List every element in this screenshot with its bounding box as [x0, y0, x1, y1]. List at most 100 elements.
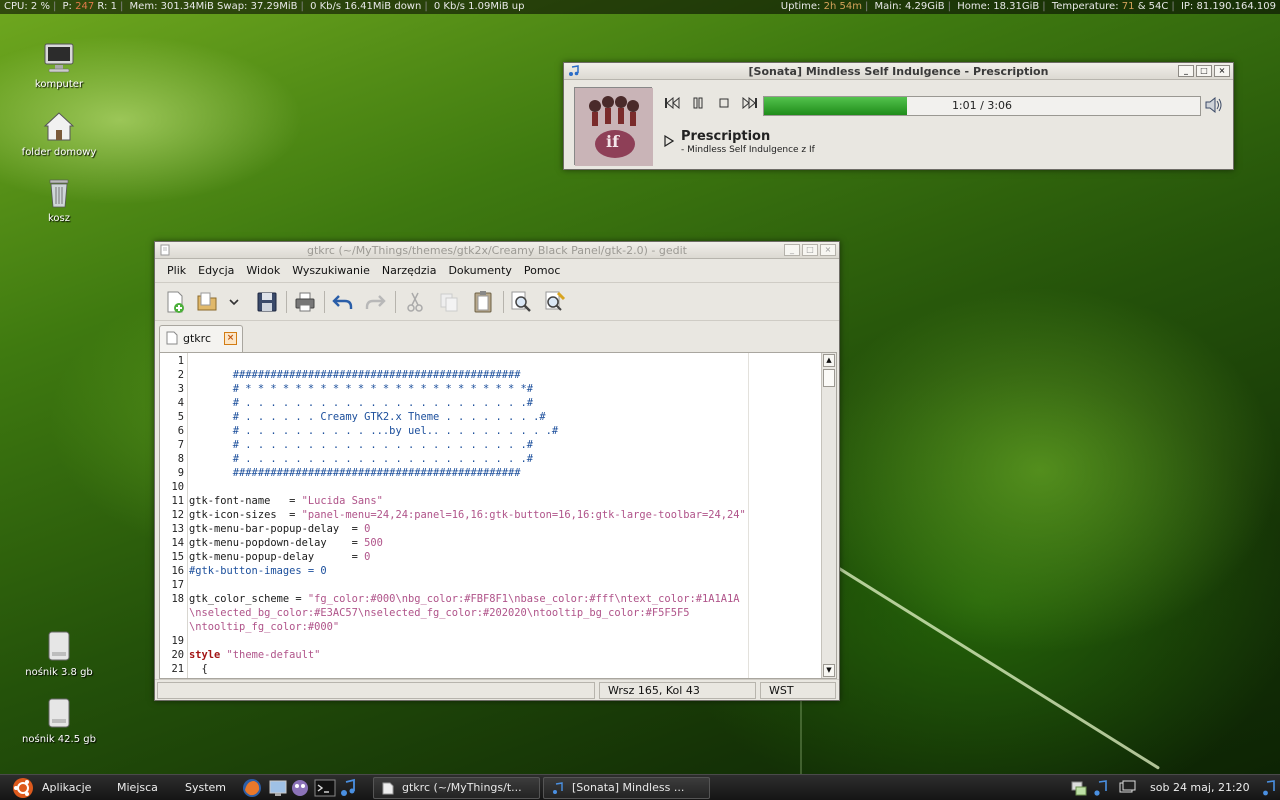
menu-plik[interactable]: Plik: [161, 264, 192, 277]
desktop-icon-drive-2[interactable]: nośnik 42.5 gb: [14, 697, 104, 745]
expand-arrow-icon[interactable]: [664, 134, 675, 148]
bottom-panel: Aplikacje Miejsca System gtkrc (~/MyThin…: [0, 774, 1280, 800]
cut-icon[interactable]: [403, 290, 427, 314]
code-line[interactable]: 21 {: [160, 662, 824, 676]
text-editor[interactable]: 12 #####################################…: [159, 352, 837, 679]
code-token: gtk-menu-popup-delay =: [189, 551, 365, 563]
line-number: 8: [177, 453, 184, 465]
desktop-icon-home-folder[interactable]: folder domowy: [14, 110, 104, 158]
code-line[interactable]: 16 #gtk-button-images = 0: [160, 564, 824, 578]
find-icon[interactable]: [509, 290, 533, 314]
maximize-button[interactable]: □: [802, 244, 818, 256]
menu-edycja[interactable]: Edycja: [192, 264, 240, 277]
sonata-tray-icon[interactable]: [1093, 775, 1109, 800]
code-line[interactable]: 20 style "theme-default": [160, 648, 824, 662]
maximize-button[interactable]: □: [1196, 65, 1212, 77]
track-progress-bar[interactable]: 1:01 / 3:06: [763, 96, 1201, 116]
line-text: [184, 634, 189, 648]
desktop-icon-trash[interactable]: kosz: [14, 176, 104, 224]
menu-dokumenty[interactable]: Dokumenty: [442, 264, 517, 277]
redo-icon[interactable]: [363, 290, 387, 314]
line-text: # . . . . . . Creamy GTK2.x Theme . . . …: [184, 410, 546, 424]
code-line[interactable]: 8 # . . . . . . . . . . . . . . . . . . …: [160, 452, 824, 466]
code-line[interactable]: 11 gtk-font-name = "Lucida Sans": [160, 494, 824, 508]
run-label: R:: [97, 1, 108, 12]
copy-icon[interactable]: [437, 290, 461, 314]
taskbar-button-sonata[interactable]: [Sonata] Mindless ...: [543, 777, 710, 799]
menu-wyszukiwanie[interactable]: Wyszukiwanie: [286, 264, 376, 277]
code-line[interactable]: 2 ######################################…: [160, 368, 824, 382]
code-view[interactable]: 12 #####################################…: [160, 354, 824, 676]
next-track-button[interactable]: [740, 96, 760, 113]
ubuntu-logo-icon[interactable]: [12, 775, 34, 800]
tab-label: gtkrc: [183, 332, 211, 345]
scrollbar-thumb[interactable]: [823, 369, 835, 387]
scroll-up-icon[interactable]: ▲: [823, 354, 835, 367]
code-line[interactable]: 19: [160, 634, 824, 648]
desktop-icon-drive-1[interactable]: nośnik 3.8 gb: [14, 630, 104, 678]
close-button[interactable]: ×: [1214, 65, 1230, 77]
pause-button[interactable]: [688, 97, 708, 113]
network-icon[interactable]: [1070, 775, 1088, 800]
menu-places[interactable]: Miejsca: [117, 775, 158, 800]
menu-narzedzia[interactable]: Narzędzia: [376, 264, 443, 277]
code-line[interactable]: 17: [160, 578, 824, 592]
print-icon[interactable]: [293, 290, 317, 314]
firefox-icon[interactable]: [242, 775, 262, 800]
code-line[interactable]: 5 # . . . . . . Creamy GTK2.x Theme . . …: [160, 410, 824, 424]
tab-close-icon[interactable]: ×: [224, 332, 237, 345]
album-art[interactable]: if: [574, 87, 653, 166]
menu-widok[interactable]: Widok: [240, 264, 286, 277]
paste-icon[interactable]: [471, 290, 495, 314]
stop-button[interactable]: [714, 97, 734, 113]
taskbar-button-gedit[interactable]: gtkrc (~/MyThings/t...: [373, 777, 540, 799]
panel-clock[interactable]: sob 24 maj, 21:20: [1150, 775, 1250, 800]
code-line[interactable]: 13 gtk-menu-bar-popup-delay = 0: [160, 522, 824, 536]
code-line[interactable]: \nselected_bg_color:#E3AC57\nselected_fg…: [160, 606, 824, 620]
menu-system[interactable]: System: [185, 775, 226, 800]
code-line[interactable]: 4 # . . . . . . . . . . . . . . . . . . …: [160, 396, 824, 410]
previous-track-button[interactable]: [662, 96, 682, 113]
code-line[interactable]: 10: [160, 480, 824, 494]
monitor-icon[interactable]: [268, 775, 288, 800]
tab-gtkrc[interactable]: gtkrc ×: [159, 325, 243, 352]
terminal-icon[interactable]: [314, 775, 336, 800]
volume-icon[interactable]: [1205, 96, 1223, 114]
code-line[interactable]: 1: [160, 354, 824, 368]
gedit-menubar: Plik Edycja Widok Wyszukiwanie Narzędzia…: [155, 259, 839, 283]
pidgin-icon[interactable]: [290, 775, 310, 800]
save-icon[interactable]: [255, 290, 279, 314]
menu-pomoc[interactable]: Pomoc: [518, 264, 566, 277]
open-file-icon[interactable]: [195, 290, 219, 314]
code-line[interactable]: 18 gtk_color_scheme = "fg_color:#000\nbg_…: [160, 592, 824, 606]
mem-text: Mem: 301.34MiB Swap: 37.29MiB: [129, 1, 298, 12]
new-document-icon[interactable]: [163, 290, 187, 314]
scroll-down-icon[interactable]: ▼: [823, 664, 835, 677]
code-line[interactable]: 6 # . . . . . . . . . . ...by uel.. . . …: [160, 424, 824, 438]
gedit-titlebar[interactable]: gtkrc (~/MyThings/themes/gtk2x/Creamy Bl…: [155, 242, 839, 259]
close-button[interactable]: ×: [820, 244, 836, 256]
window-selector-icon[interactable]: [1118, 775, 1136, 800]
music-note-icon[interactable]: [340, 775, 356, 800]
undo-icon[interactable]: [331, 290, 355, 314]
sonata-tray-icon[interactable]: [1262, 775, 1276, 800]
code-line[interactable]: 15 gtk-menu-popup-delay = 0: [160, 550, 824, 564]
find-replace-icon[interactable]: [543, 290, 567, 314]
code-token: # . . . . . . Creamy GTK2.x Theme . . . …: [189, 411, 546, 423]
desktop-icon-label: folder domowy: [21, 147, 97, 158]
vertical-scrollbar[interactable]: ▲ ▼: [821, 353, 836, 678]
code-line[interactable]: 12 gtk-icon-sizes = "panel-menu=24,24:pan…: [160, 508, 824, 522]
gedit-window-buttons: _ □ ×: [784, 244, 836, 256]
code-line[interactable]: 7 # . . . . . . . . . . . . . . . . . . …: [160, 438, 824, 452]
minimize-button[interactable]: _: [1178, 65, 1194, 77]
minimize-button[interactable]: _: [784, 244, 800, 256]
chevron-down-icon[interactable]: [227, 290, 241, 314]
menu-applications[interactable]: Aplikacje: [42, 775, 91, 800]
sonata-titlebar[interactable]: [Sonata] Mindless Self Indulgence - Pres…: [564, 63, 1233, 80]
insert-mode[interactable]: WST: [760, 682, 836, 699]
desktop-icon-computer[interactable]: komputer: [14, 42, 104, 90]
code-line[interactable]: \ntooltip_fg_color:#000": [160, 620, 824, 634]
code-line[interactable]: 9 ######################################…: [160, 466, 824, 480]
code-line[interactable]: 14 gtk-menu-popdown-delay = 500: [160, 536, 824, 550]
code-line[interactable]: 3 # * * * * * * * * * * * * * * * * * * …: [160, 382, 824, 396]
